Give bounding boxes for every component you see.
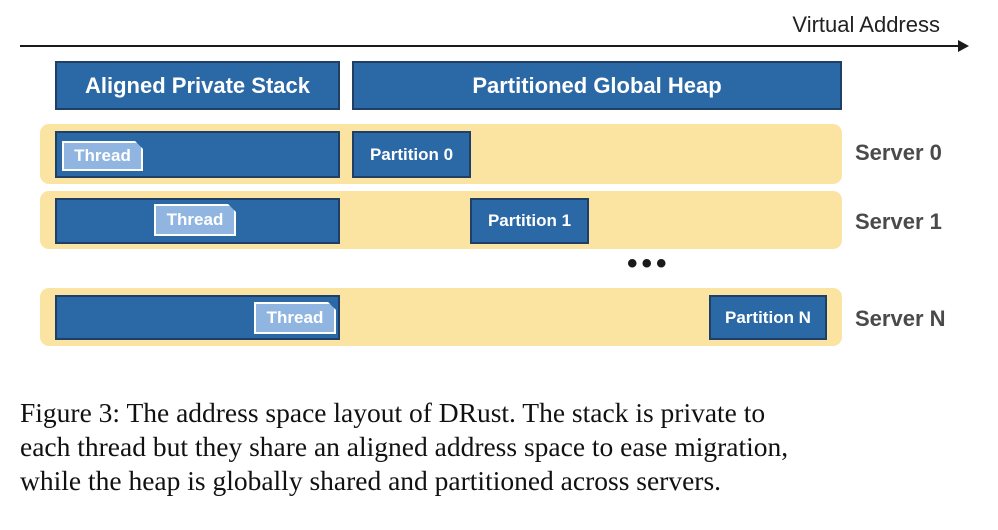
virtual-address-axis	[20, 45, 962, 47]
aligned-private-stack-header: Aligned Private Stack	[55, 61, 340, 110]
server-0-thread: Thread	[62, 141, 143, 171]
partitioned-global-heap-header: Partitioned Global Heap	[352, 61, 842, 110]
server-1-label: Server 1	[855, 209, 942, 234]
server-n-label: Server N	[855, 306, 946, 331]
server-n-thread: Thread	[254, 302, 336, 334]
caption-line-1: Figure 3: The address space layout of DR…	[20, 397, 766, 428]
figure-caption: Figure 3: The address space layout of DR…	[20, 396, 985, 498]
more-servers-ellipsis: •••	[627, 247, 671, 280]
server-0-partition: Partition 0	[352, 131, 471, 178]
axis-arrowhead-icon	[958, 40, 969, 52]
caption-line-3: while the heap is globally shared and pa…	[20, 465, 722, 496]
server-n-partition: Partition N	[709, 295, 827, 340]
server-1-thread: Thread	[154, 204, 236, 236]
caption-line-2: each thread but they share an aligned ad…	[20, 431, 789, 462]
virtual-address-label: Virtual Address	[792, 12, 940, 37]
server-1-partition: Partition 1	[470, 198, 589, 244]
server-0-label: Server 0	[855, 140, 942, 165]
